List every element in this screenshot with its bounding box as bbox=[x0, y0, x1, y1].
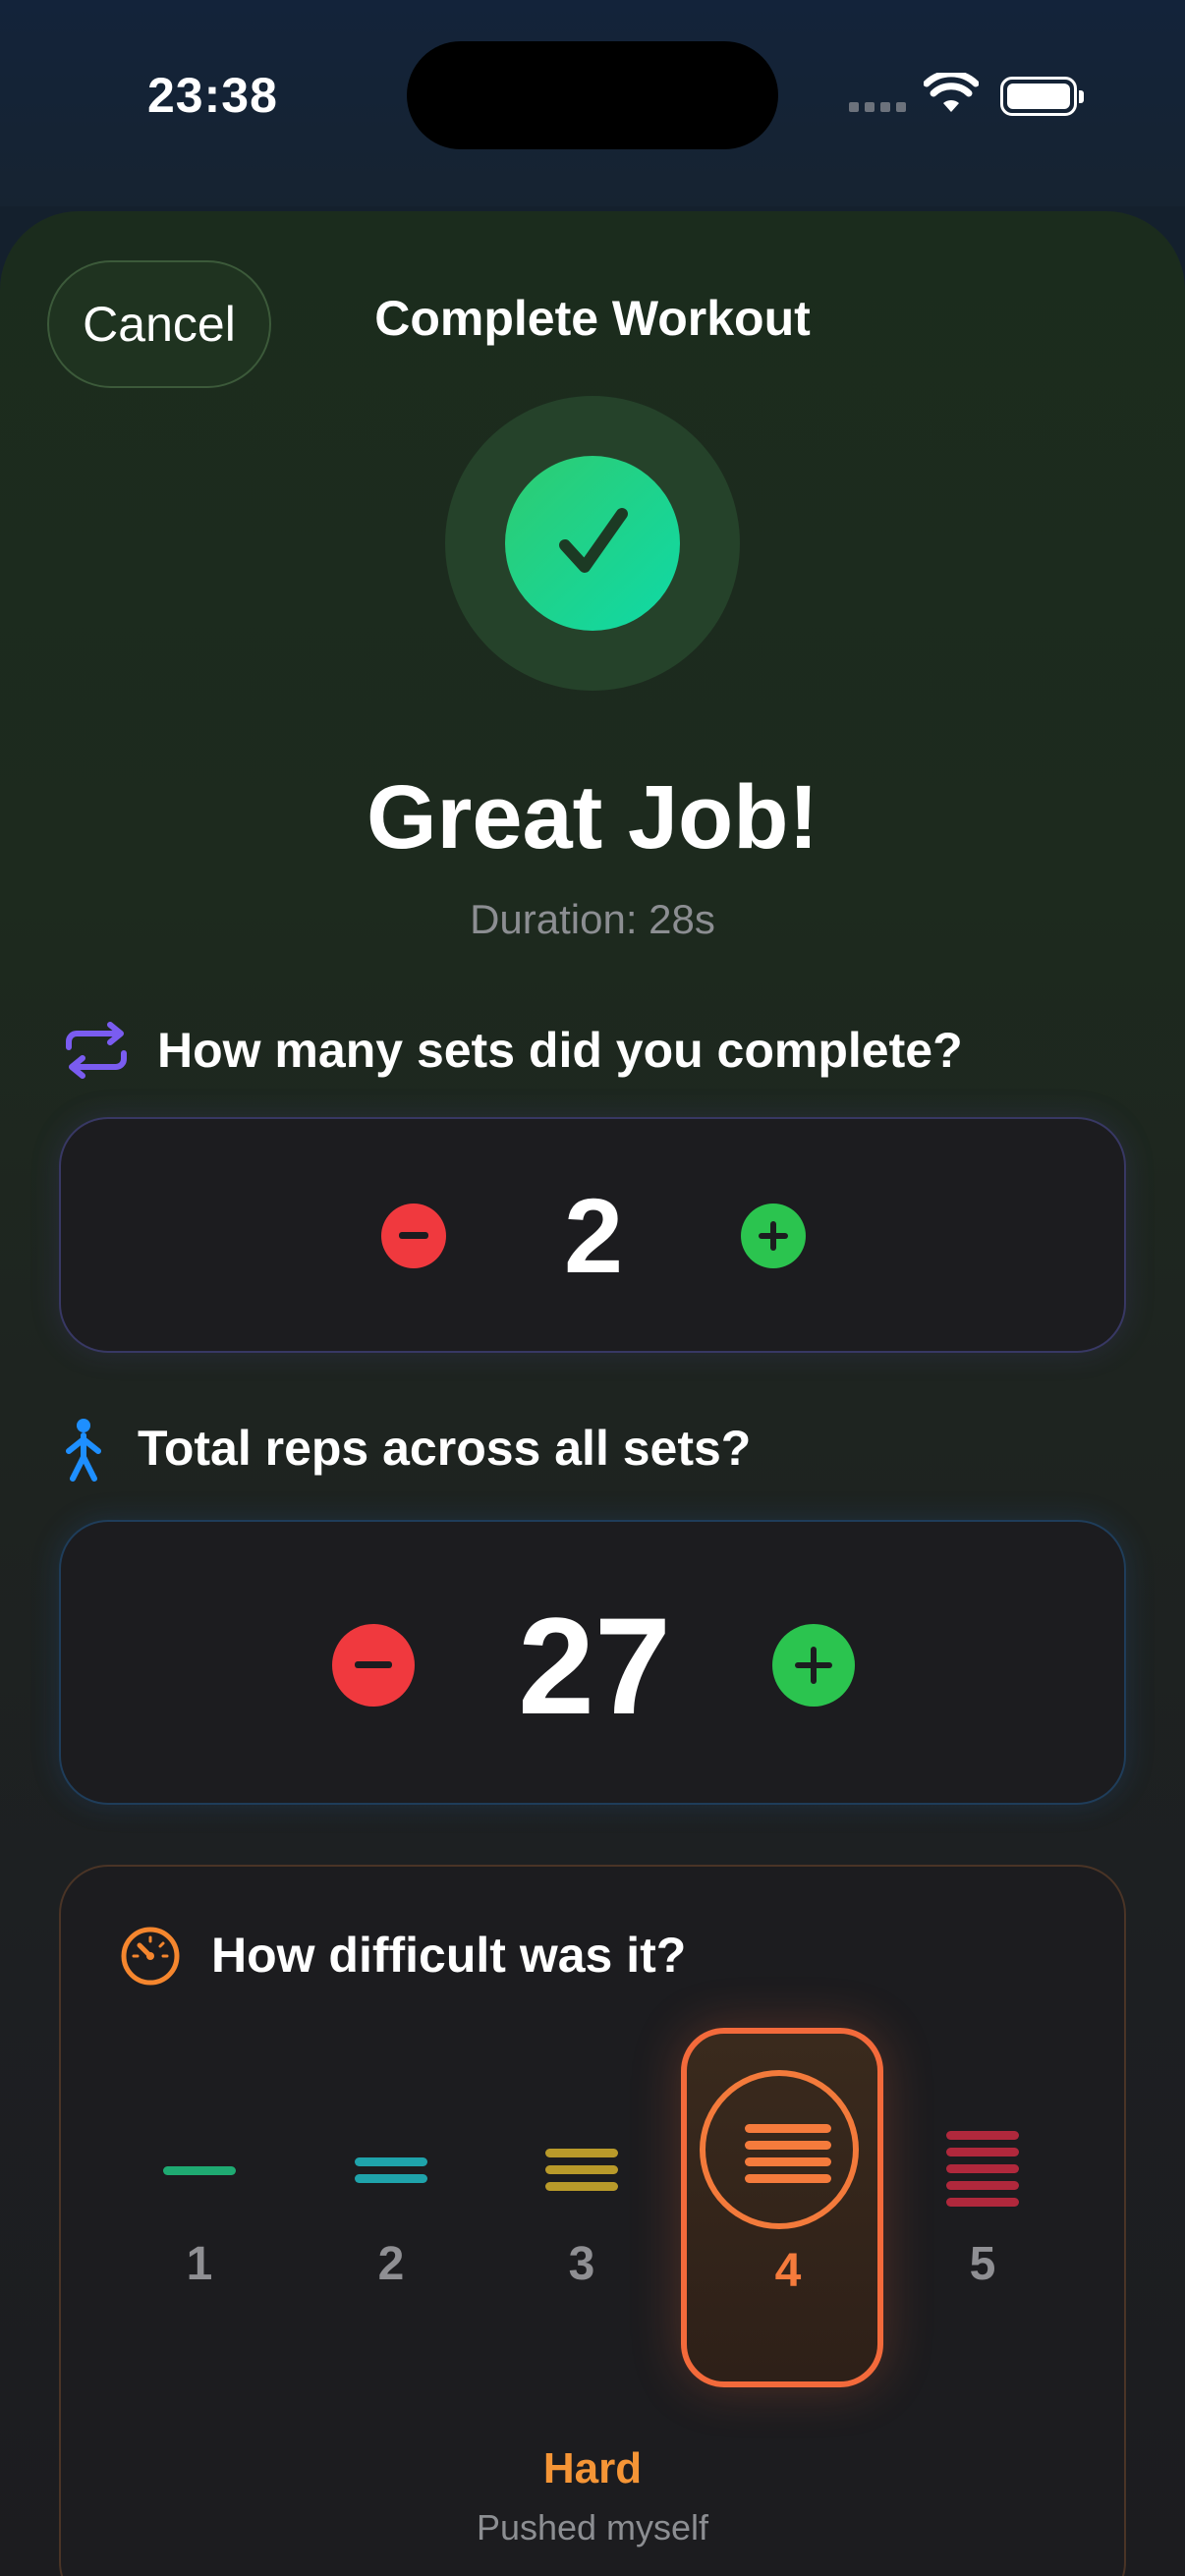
difficulty-number: 3 bbox=[568, 2238, 595, 2290]
battery-icon bbox=[1000, 77, 1084, 116]
difficulty-level-label: Hard bbox=[542, 2444, 643, 2492]
sets-increment-button[interactable] bbox=[741, 1204, 806, 1268]
reps-stepper: 27 bbox=[59, 1520, 1126, 1805]
difficulty-option-1[interactable]: 1 bbox=[101, 2031, 298, 2384]
minus-icon bbox=[355, 1661, 392, 1668]
difficulty-description: Pushed myself bbox=[476, 2507, 709, 2548]
reps-decrement-button[interactable] bbox=[332, 1624, 415, 1707]
cancel-button[interactable]: Cancel bbox=[47, 260, 271, 388]
reps-increment-button[interactable] bbox=[772, 1624, 855, 1707]
sheet-title: Complete Workout bbox=[374, 291, 811, 346]
gauge-icon bbox=[121, 1927, 180, 1986]
status-bar: 23:38 bbox=[0, 0, 1185, 206]
sets-question: How many sets did you complete? bbox=[157, 1023, 963, 1078]
success-badge bbox=[445, 396, 740, 691]
complete-workout-sheet: Cancel Complete Workout Great Job! Durat… bbox=[0, 211, 1185, 2576]
difficulty-option-3[interactable]: 3 bbox=[483, 2031, 680, 2384]
checkmark-icon bbox=[505, 456, 680, 631]
cellular-signal-icon bbox=[849, 102, 906, 112]
difficulty-question: How difficult was it? bbox=[211, 1928, 687, 1983]
difficulty-number: 2 bbox=[377, 2238, 405, 2290]
difficulty-option-4[interactable]: 4 bbox=[681, 2028, 883, 2387]
walking-figure-icon bbox=[66, 1419, 101, 1482]
plus-icon bbox=[795, 1647, 832, 1684]
status-time: 23:38 bbox=[147, 68, 278, 123]
sets-value: 2 bbox=[563, 1176, 624, 1295]
minus-icon bbox=[399, 1232, 428, 1239]
repeat-icon bbox=[66, 1022, 127, 1079]
sets-stepper: 2 bbox=[59, 1117, 1126, 1353]
difficulty-number: 5 bbox=[969, 2238, 996, 2290]
plus-icon bbox=[759, 1221, 788, 1251]
sets-decrement-button[interactable] bbox=[381, 1204, 446, 1268]
difficulty-number: 1 bbox=[186, 2238, 213, 2290]
difficulty-number: 4 bbox=[774, 2245, 802, 2297]
dynamic-island bbox=[407, 41, 778, 149]
reps-value: 27 bbox=[518, 1589, 671, 1743]
difficulty-option-5[interactable]: 5 bbox=[884, 2031, 1081, 2384]
headline: Great Job! bbox=[366, 767, 819, 868]
reps-question: Total reps across all sets? bbox=[138, 1421, 752, 1476]
duration-text: Duration: 28s bbox=[470, 896, 715, 942]
difficulty-option-2[interactable]: 2 bbox=[293, 2031, 489, 2384]
wifi-icon bbox=[924, 73, 979, 112]
